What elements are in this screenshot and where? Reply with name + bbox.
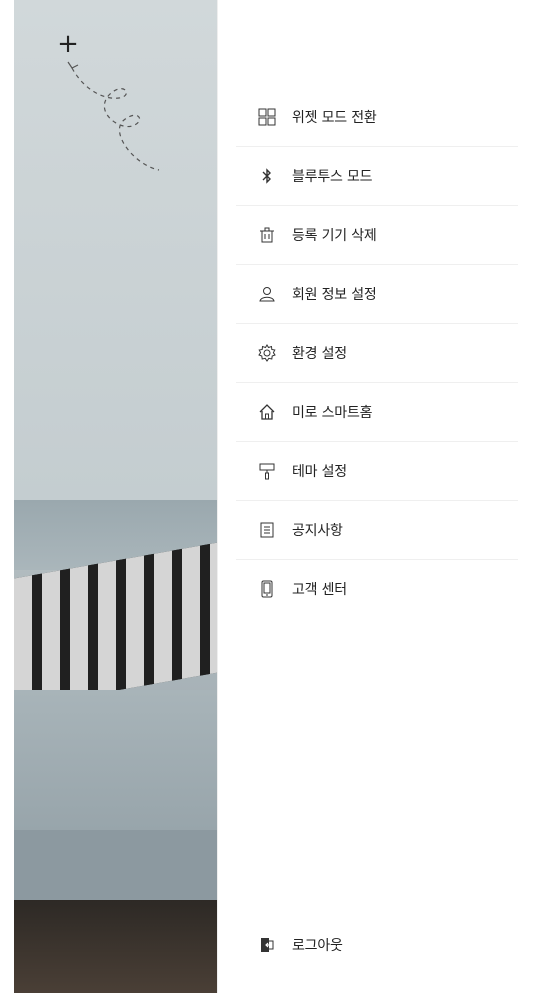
gear-icon: [256, 342, 278, 364]
phone-icon: [256, 578, 278, 600]
home-icon: [256, 401, 278, 423]
menu-item-label: 등록 기기 삭제: [292, 228, 377, 244]
menu-item-label: 고객 센터: [292, 582, 347, 598]
logout-label: 로그아웃: [292, 938, 343, 954]
logout-button[interactable]: 로그아웃: [256, 931, 343, 959]
user-icon: [256, 283, 278, 305]
paint-roller-icon: [256, 460, 278, 482]
menu-item-theme[interactable]: 테마 설정: [236, 442, 518, 501]
menu-item-label: 블루투스 모드: [292, 169, 373, 185]
document-icon: [256, 519, 278, 541]
menu-item-delete-device[interactable]: 등록 기기 삭제: [236, 206, 518, 265]
add-button[interactable]: +: [54, 30, 82, 58]
menu-item-label: 회원 정보 설정: [292, 287, 377, 303]
trash-icon: [256, 224, 278, 246]
menu-item-smarthome[interactable]: 미로 스마트홈: [236, 383, 518, 442]
menu-item-bluetooth[interactable]: 블루투스 모드: [236, 147, 518, 206]
plus-icon: +: [57, 29, 79, 59]
dashed-arrow-doodle: [67, 61, 160, 171]
background-photo: +: [14, 0, 218, 993]
sofa-seat: [14, 690, 218, 830]
logout-icon: [256, 934, 278, 956]
menu-item-notice[interactable]: 공지사항: [236, 501, 518, 560]
floor: [14, 900, 218, 993]
menu-item-widget-mode[interactable]: 위젯 모드 전환: [236, 88, 518, 147]
side-menu-panel: 위젯 모드 전환 블루투스 모드 등록 기기 삭제 회원 정보 설정 환경 설정: [218, 0, 536, 993]
menu-item-label: 테마 설정: [292, 464, 347, 480]
menu-item-label: 환경 설정: [292, 346, 347, 362]
menu-item-label: 위젯 모드 전환: [292, 110, 377, 126]
menu-item-label: 미로 스마트홈: [292, 405, 373, 421]
grid-icon: [256, 106, 278, 128]
menu-item-customer-center[interactable]: 고객 센터: [236, 560, 518, 618]
menu-item-label: 공지사항: [292, 523, 343, 539]
menu-list: 위젯 모드 전환 블루투스 모드 등록 기기 삭제 회원 정보 설정 환경 설정: [236, 88, 518, 618]
menu-item-settings[interactable]: 환경 설정: [236, 324, 518, 383]
bluetooth-icon: [256, 165, 278, 187]
sofa-base: [14, 830, 218, 900]
menu-item-member-info[interactable]: 회원 정보 설정: [236, 265, 518, 324]
